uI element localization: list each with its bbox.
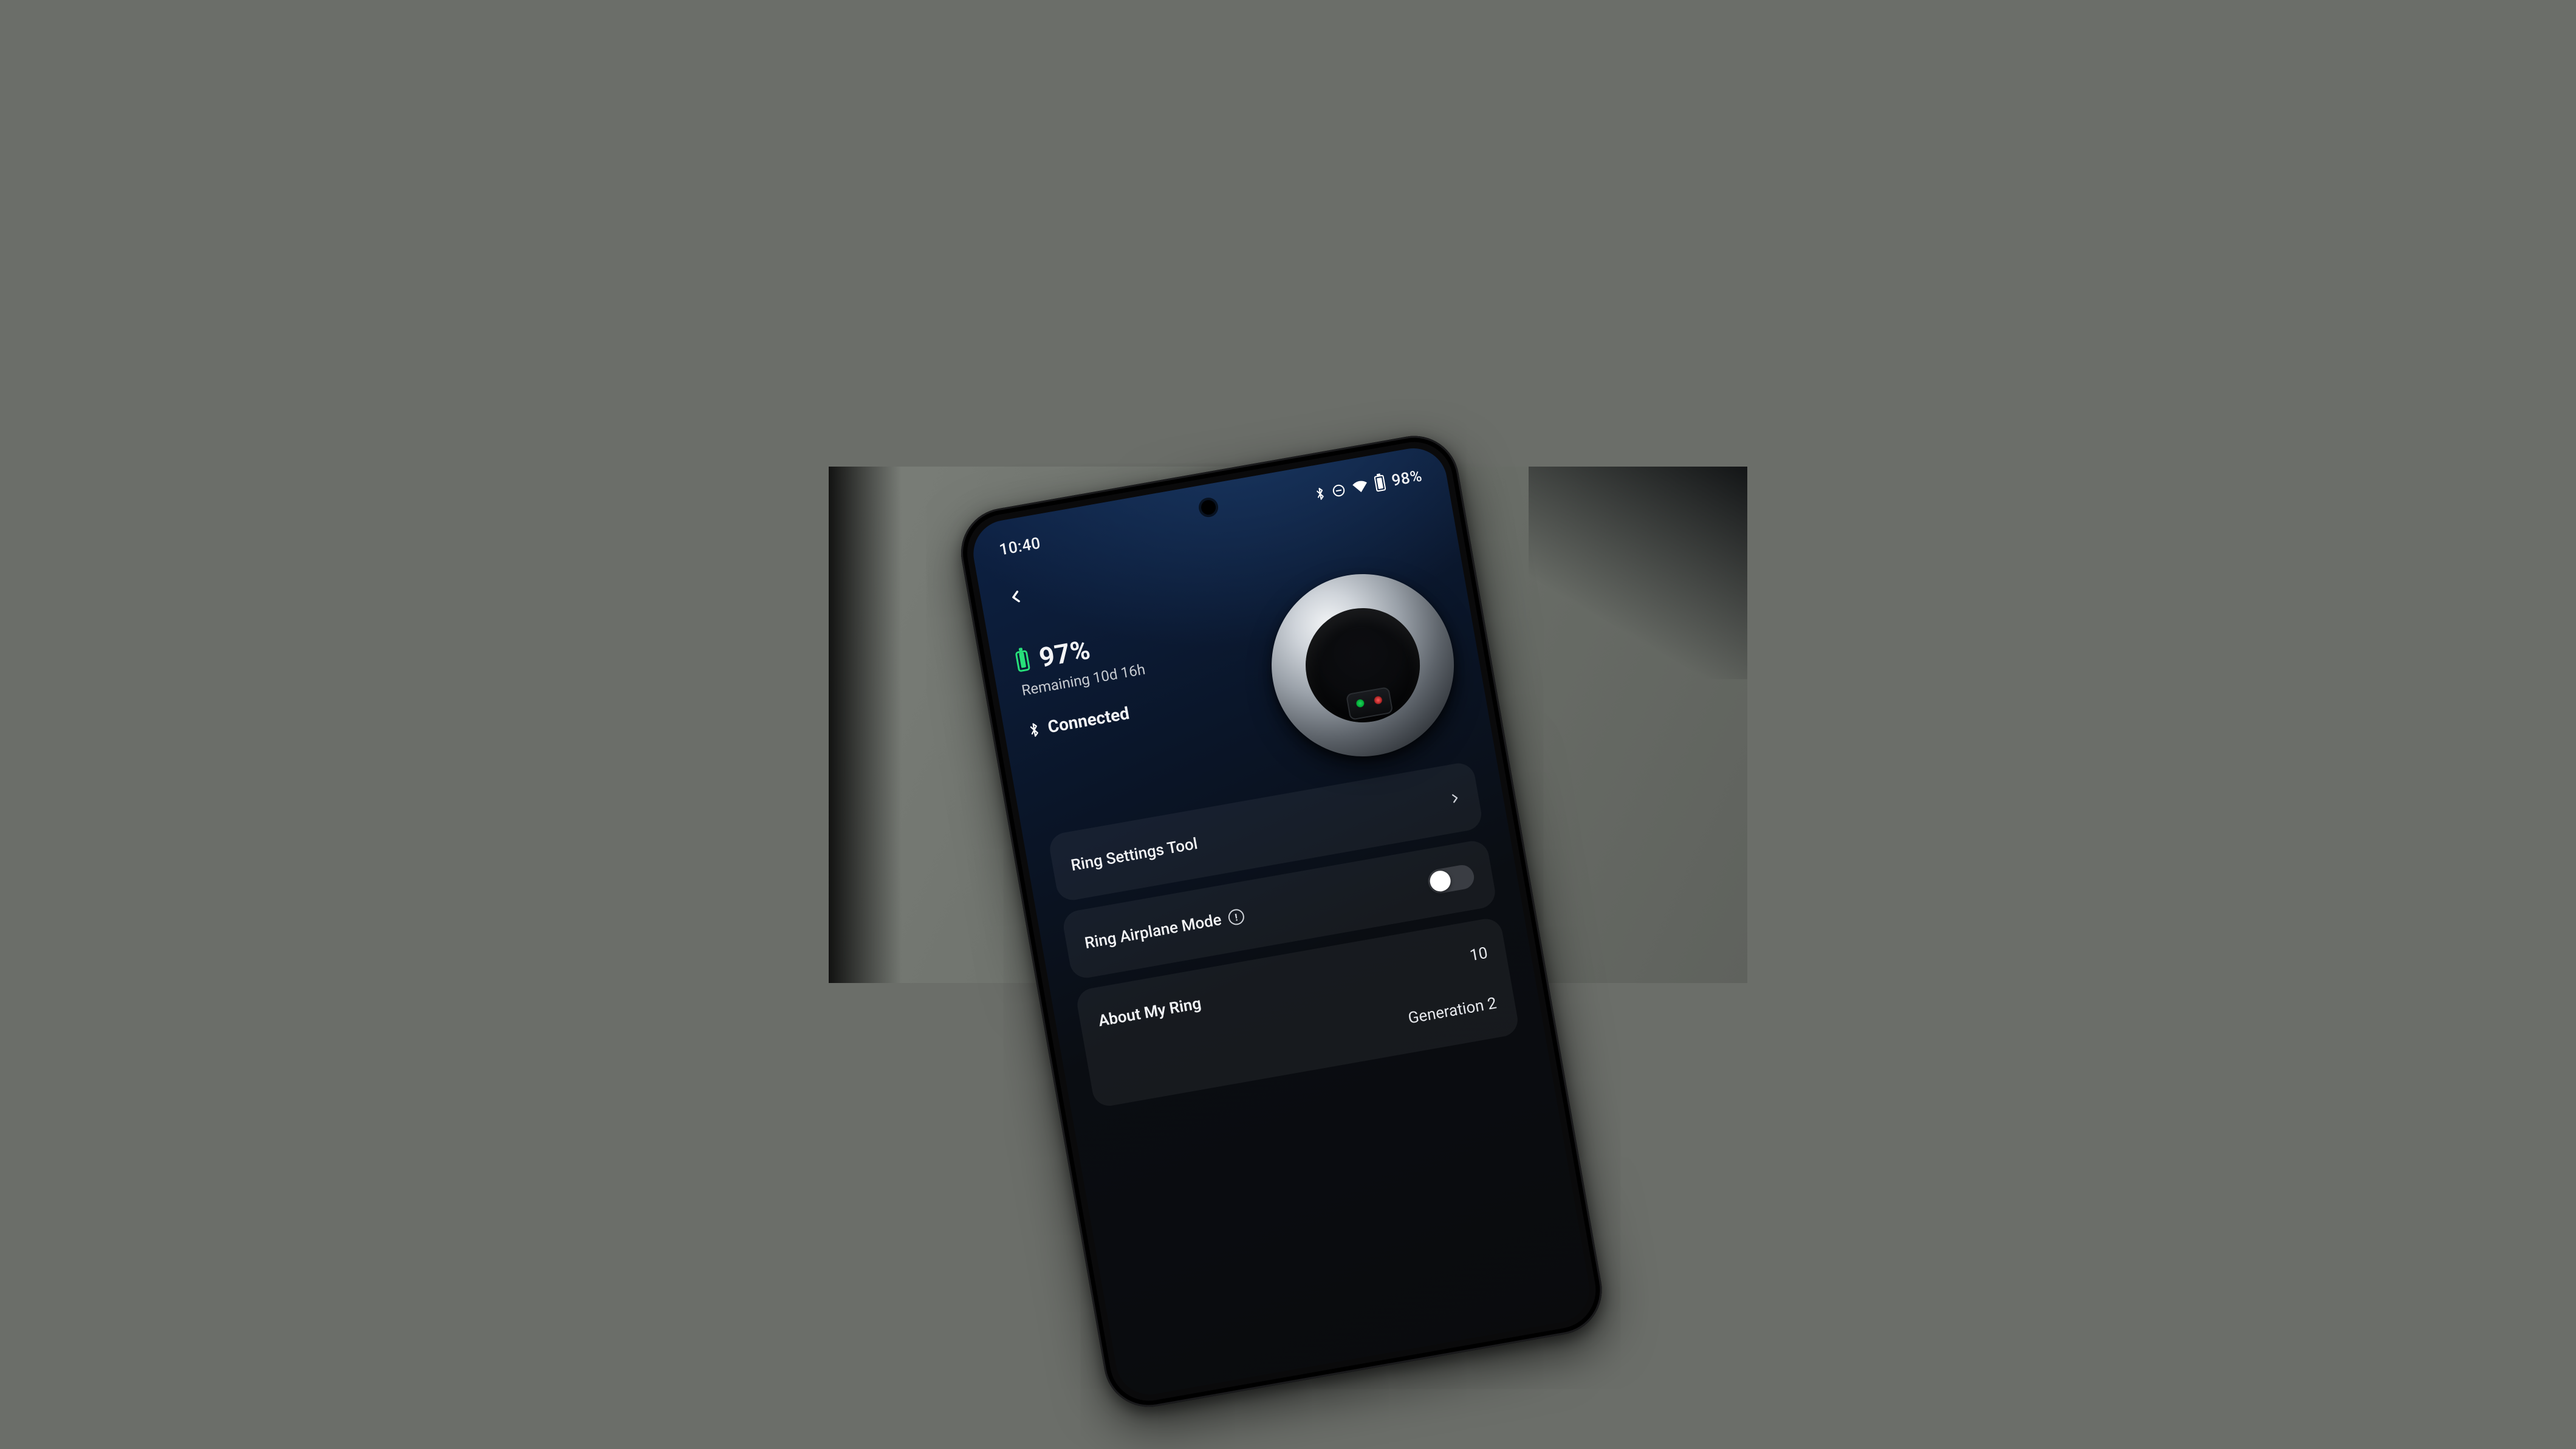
bluetooth-icon [1027,720,1041,739]
dnd-icon [1331,482,1346,498]
about-size-value: 10 [1468,944,1489,965]
connection-status: Connected [1046,703,1131,737]
ring-image [1257,560,1468,771]
about-header: About My Ring [1097,994,1203,1030]
ring-settings-tool-label: Ring Settings Tool [1070,834,1199,874]
bluetooth-icon [1314,485,1326,501]
about-generation-value: Generation 2 [1406,994,1498,1027]
info-icon[interactable]: ! [1227,908,1245,926]
chevron-left-icon [1008,588,1025,605]
status-time: 10:40 [998,534,1043,559]
app-content: 97% Remaining 10d 16h Connected [979,502,1544,1112]
device-battery-pct: 97% [1036,633,1092,673]
wifi-icon [1351,479,1369,494]
status-battery-pct: 98% [1390,467,1423,490]
airplane-mode-toggle[interactable] [1427,863,1476,895]
settings-list: Ring Settings Tool Ring Airplane Mode ! [1047,761,1520,1108]
phone-frame: 10:40 98% [954,428,1609,1413]
back-button[interactable] [999,580,1033,614]
toggle-knob [1428,869,1452,892]
device-battery-icon [1015,649,1031,672]
battery-icon [1374,474,1386,492]
device-status: 97% Remaining 10d 16h Connected [1012,612,1154,740]
phone-screen: 10:40 98% [968,443,1595,1400]
status-right: 98% [1314,467,1423,503]
chevron-right-icon [1448,789,1462,807]
airplane-mode-label: Ring Airplane Mode [1083,910,1223,952]
photo-surface: 10:40 98% [829,467,1747,983]
